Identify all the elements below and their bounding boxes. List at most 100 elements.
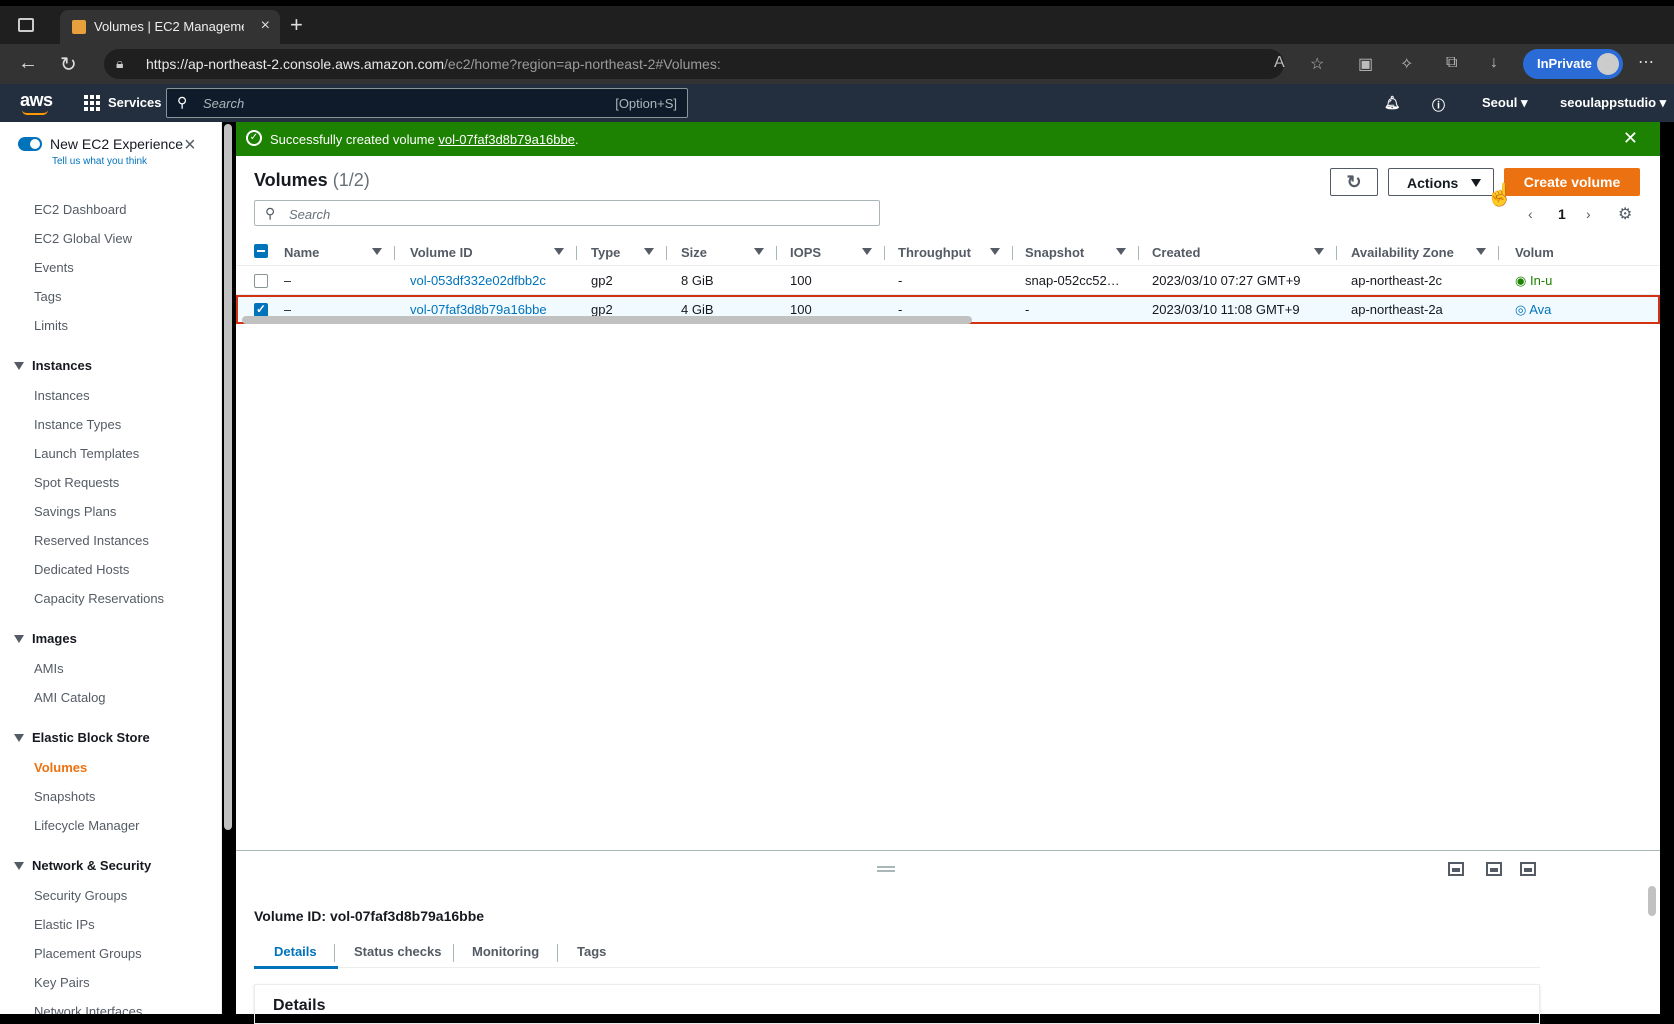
close-tab-icon[interactable]: × [261, 17, 270, 35]
new-experience-toggle[interactable] [18, 137, 42, 151]
sidebar-section-images[interactable]: Images [14, 631, 77, 646]
sidebar-item-elastic-ips[interactable]: Elastic IPs [34, 917, 95, 932]
refresh-button[interactable]: ↻ [1330, 168, 1378, 196]
resize-handle-icon[interactable] [877, 866, 895, 872]
sort-icon[interactable] [372, 248, 382, 255]
split-full-icon[interactable] [1520, 862, 1536, 876]
settings-gear-icon[interactable]: ⚙ [1618, 204, 1632, 224]
sort-icon[interactable] [1314, 248, 1324, 255]
cell-volume-id-link[interactable]: vol-053df332e02dfbb2c [410, 273, 546, 288]
split-bottom-icon[interactable] [1448, 862, 1464, 876]
sidebar-item-capacity-reservations[interactable]: Capacity Reservations [34, 591, 164, 606]
sidebar-item-events[interactable]: Events [34, 260, 74, 275]
sort-icon[interactable] [754, 248, 764, 255]
help-icon[interactable]: ⓘ [1432, 95, 1445, 114]
address-bar[interactable]: 🔒︎ https://ap-northeast-2.console.aws.am… [104, 49, 1284, 79]
row-checkbox-checked[interactable] [254, 302, 268, 317]
sidebar-item-limits[interactable]: Limits [34, 318, 68, 333]
sidebar-item-spot-requests[interactable]: Spot Requests [34, 475, 119, 490]
cell-volume-id-link[interactable]: vol-07faf3d8b79a16bbe [410, 302, 547, 317]
aws-logo[interactable]: aws [20, 90, 53, 115]
sidebar-item-snapshots[interactable]: Snapshots [34, 789, 95, 804]
sidebar-item-ec2-dashboard[interactable]: EC2 Dashboard [34, 202, 127, 217]
sidebar-item-security-groups[interactable]: Security Groups [34, 888, 127, 903]
row-checkbox[interactable] [254, 274, 268, 288]
col-availability-zone[interactable]: Availability Zone [1351, 245, 1454, 260]
sidebar-item-launch-templates[interactable]: Launch Templates [34, 446, 139, 461]
create-volume-button[interactable]: Create volume [1504, 168, 1640, 196]
col-name[interactable]: Name [284, 245, 319, 260]
sidebar-section-network-security[interactable]: Network & Security [14, 858, 151, 873]
favorite-icon[interactable]: ☆ [1310, 54, 1324, 74]
sidebar-item-amis[interactable]: AMIs [34, 661, 64, 676]
tab-details[interactable]: Details [274, 944, 317, 959]
search-icon: ⚲ [265, 205, 276, 221]
sidebar-item-savings-plans[interactable]: Savings Plans [34, 504, 116, 519]
next-page-icon[interactable]: › [1586, 206, 1591, 222]
sidebar-section-ebs[interactable]: Elastic Block Store [14, 730, 150, 745]
sidebar-item-ec2-global-view[interactable]: EC2 Global View [34, 231, 132, 246]
extension-icon[interactable]: ▣ [1358, 54, 1373, 74]
extensions-icon[interactable]: ✧ [1400, 54, 1413, 74]
table-horizontal-scrollbar[interactable] [242, 316, 972, 324]
col-created[interactable]: Created [1152, 245, 1200, 260]
sidebar-item-ami-catalog[interactable]: AMI Catalog [34, 690, 106, 705]
sidebar-section-instances[interactable]: Instances [14, 358, 92, 373]
sort-icon[interactable] [554, 248, 564, 255]
tab-actions-icon[interactable] [18, 18, 34, 32]
sort-icon[interactable] [1116, 248, 1126, 255]
sidebar-item-lifecycle-manager[interactable]: Lifecycle Manager [34, 818, 140, 833]
refresh-icon[interactable]: ↻ [60, 52, 77, 77]
col-iops[interactable]: IOPS [790, 245, 821, 260]
details-scrollbar[interactable] [1648, 886, 1656, 916]
sidebar-item-tags[interactable]: Tags [34, 289, 61, 304]
volumes-search-input[interactable]: ⚲ Search [254, 200, 880, 226]
select-all-checkbox[interactable] [254, 244, 268, 258]
sidebar-item-network-interfaces[interactable]: Network Interfaces [34, 1004, 142, 1014]
sidebar-item-instance-types[interactable]: Instance Types [34, 417, 121, 432]
notifications-icon[interactable]: 🔔︎ [1384, 95, 1401, 111]
browser-tab[interactable]: Volumes | EC2 Management Console × [60, 10, 280, 44]
col-volume-state[interactable]: Volum [1515, 245, 1555, 260]
tab-status-checks[interactable]: Status checks [354, 944, 441, 959]
region-selector[interactable]: Seoul ▾ [1482, 95, 1528, 111]
new-tab-icon[interactable]: + [290, 12, 303, 38]
col-snapshot[interactable]: Snapshot [1025, 245, 1084, 260]
actions-dropdown[interactable]: Actions [1388, 168, 1494, 196]
tab-tags[interactable]: Tags [577, 944, 606, 959]
dismiss-flash-icon[interactable]: ✕ [1623, 128, 1638, 149]
col-size[interactable]: Size [681, 245, 707, 260]
sidebar-item-placement-groups[interactable]: Placement Groups [34, 946, 142, 961]
read-aloud-icon[interactable]: A [1274, 54, 1285, 72]
sidebar-item-key-pairs[interactable]: Key Pairs [34, 975, 90, 990]
services-grid-icon[interactable] [84, 95, 100, 111]
services-menu[interactable]: Services [108, 95, 162, 110]
sidebar-scrollbar[interactable] [224, 124, 232, 830]
back-icon[interactable]: ← [18, 52, 38, 75]
sidebar-item-instances[interactable]: Instances [34, 388, 90, 403]
tab-monitoring[interactable]: Monitoring [472, 944, 539, 959]
prev-page-icon[interactable]: ‹ [1528, 206, 1533, 222]
flash-volume-link[interactable]: vol-07faf3d8b79a16bbe [438, 132, 575, 147]
sort-icon[interactable] [990, 248, 1000, 255]
more-icon[interactable]: ⋯ [1638, 52, 1654, 72]
sidebar-item-reserved-instances[interactable]: Reserved Instances [34, 533, 149, 548]
aws-search-input[interactable]: ⚲ Search [Option+S] [166, 88, 688, 118]
sort-icon[interactable] [1476, 248, 1486, 255]
split-side-icon[interactable] [1486, 862, 1502, 876]
table-row[interactable]: – vol-053df332e02dfbb2c gp2 8 GiB 100 - … [236, 266, 1660, 295]
col-type[interactable]: Type [591, 245, 620, 260]
sort-icon[interactable] [862, 248, 872, 255]
close-icon[interactable]: × [184, 134, 196, 157]
sidebar-item-dedicated-hosts[interactable]: Dedicated Hosts [34, 562, 129, 577]
sidebar-item-volumes[interactable]: Volumes [34, 760, 87, 775]
download-icon[interactable]: ↓ [1490, 54, 1498, 72]
account-menu[interactable]: seoulappstudio ▾ [1560, 95, 1666, 111]
feedback-link[interactable]: Tell us what you think [52, 156, 147, 167]
page-number[interactable]: 1 [1558, 206, 1566, 222]
collections-icon[interactable]: ⧉ [1446, 54, 1457, 72]
col-volume-id[interactable]: Volume ID [410, 245, 473, 260]
col-throughput[interactable]: Throughput [898, 245, 971, 260]
inprivate-button[interactable]: InPrivate [1523, 49, 1623, 79]
sort-icon[interactable] [644, 248, 654, 255]
